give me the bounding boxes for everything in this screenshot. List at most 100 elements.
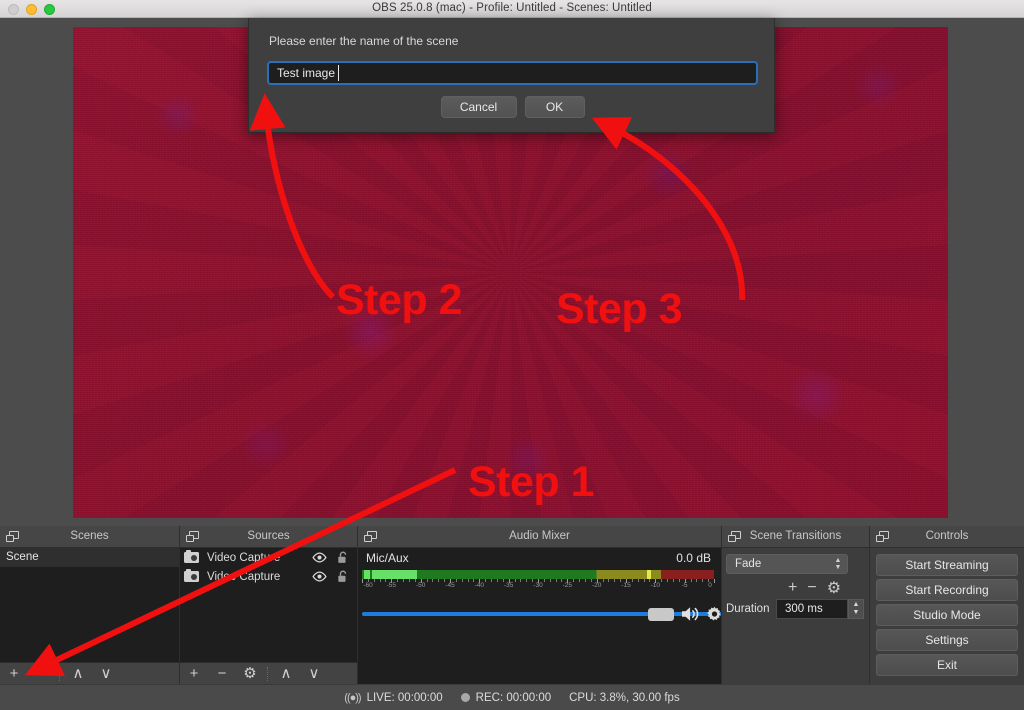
eye-icon[interactable] [312, 571, 327, 582]
scale-tick [461, 579, 463, 582]
remove-scene-button[interactable]: − [28, 664, 56, 684]
scale-label: -25 [562, 582, 573, 589]
audio-channel-name: Mic/Aux [366, 551, 409, 565]
ok-button[interactable]: OK [524, 96, 585, 118]
scale-label: -10 [650, 582, 661, 589]
scale-label: -40 [474, 582, 485, 589]
scale-tick [520, 579, 522, 582]
broadcast-icon: ((●)) [344, 691, 361, 704]
move-scene-up-button[interactable]: ∧ [64, 664, 92, 684]
scale-tick [403, 579, 405, 582]
window-title: OBS 25.0.8 (mac) - Profile: Untitled - S… [372, 2, 652, 14]
move-scene-down-button[interactable]: ∨ [92, 664, 120, 684]
start-recording-button[interactable]: Start Recording [876, 579, 1018, 601]
scenes-panel-title: Scenes [70, 530, 109, 542]
transition-properties-button[interactable]: ⚙ [827, 578, 841, 598]
audio-level-value: 0.0 dB [676, 551, 711, 565]
start-streaming-button[interactable]: Start Streaming [876, 554, 1018, 576]
sources-panel-header: Sources [180, 526, 357, 548]
unlock-icon[interactable] [337, 551, 349, 564]
duration-stepper[interactable]: ▲ ▼ [848, 599, 864, 619]
move-source-down-button[interactable]: ∨ [300, 664, 328, 684]
scene-transitions-title: Scene Transitions [749, 530, 842, 542]
audio-mixer-title: Audio Mixer [509, 530, 570, 542]
list-item[interactable]: Video Capture [180, 548, 357, 567]
scale-tick [614, 579, 616, 582]
scenes-list[interactable]: Scene [0, 548, 179, 662]
scene-name-input[interactable] [267, 61, 758, 85]
camera-icon [184, 549, 199, 563]
settings-button[interactable]: Settings [876, 629, 1018, 651]
duration-value: 300 ms [785, 603, 823, 615]
scale-tick [496, 579, 498, 582]
scale-tick [584, 579, 586, 582]
controls-panel-title: Controls [925, 530, 969, 542]
controls-panel: Controls Start Streaming Start Recording… [870, 526, 1024, 684]
scale-tick [602, 579, 604, 582]
dialog-prompt-label: Please enter the name of the scene [269, 34, 459, 48]
scale-tick [608, 579, 610, 582]
chevron-updown-icon: ▲ ▼ [834, 557, 842, 571]
scenes-panel-header: Scenes [0, 526, 179, 548]
list-item[interactable]: Scene [0, 548, 179, 567]
controls-panel-header: Controls [870, 526, 1024, 548]
audio-db-scale: -60 -55 -50 -45 -40 -35 -30 -25 -20 -15 -10 -5 0 [362, 579, 715, 592]
add-scene-button[interactable]: + [0, 664, 28, 684]
cpu-status: CPU: 3.8%, 30.00 fps [569, 692, 680, 704]
add-transition-button[interactable]: + [788, 579, 797, 597]
volume-slider-handle[interactable] [648, 608, 674, 621]
toolbar-separator [59, 666, 61, 681]
scale-label: -20 [591, 582, 602, 589]
cancel-button[interactable]: Cancel [440, 96, 517, 118]
scale-tick [555, 579, 557, 582]
dialog-button-row: Cancel OK [249, 96, 776, 118]
transition-tools: + − ⚙ [788, 578, 841, 598]
source-label: Video Capture [207, 551, 281, 564]
exit-button[interactable]: Exit [876, 654, 1018, 676]
text-caret [338, 65, 339, 81]
scene-name-dialog: Please enter the name of the scene Cance… [248, 18, 775, 133]
window-titlebar: OBS 25.0.8 (mac) - Profile: Untitled - S… [0, 0, 1024, 18]
studio-mode-button[interactable]: Studio Mode [876, 604, 1018, 626]
sources-panel-title: Sources [247, 530, 290, 542]
add-source-button[interactable]: + [180, 664, 208, 684]
source-properties-button[interactable]: ⚙ [236, 664, 264, 684]
list-item[interactable]: Video Capture [180, 567, 357, 586]
transition-select[interactable]: Fade ▲ ▼ [726, 554, 848, 574]
gear-icon[interactable] [706, 606, 721, 623]
toolbar-separator [267, 666, 269, 681]
scale-tick [514, 579, 516, 582]
sources-list[interactable]: Video Capture Video Capture [180, 548, 357, 662]
scenes-toolbar: + − ∧ ∨ [0, 662, 179, 684]
remove-source-button[interactable]: − [208, 664, 236, 684]
scale-tick [714, 579, 715, 583]
meter-magnitude [372, 570, 417, 579]
scale-tick [631, 579, 633, 582]
speaker-icon[interactable] [680, 605, 702, 623]
scale-tick [573, 579, 575, 582]
scale-label: -45 [445, 582, 455, 589]
duration-input[interactable]: 300 ms [776, 599, 848, 619]
scale-tick [408, 579, 410, 582]
scale-tick [491, 579, 493, 582]
scale-label: -35 [503, 582, 514, 589]
meter-peak-hold [647, 570, 651, 579]
scene-transitions-header: Scene Transitions [722, 526, 869, 548]
scale-label: -50 [415, 582, 426, 589]
source-label: Video Capture [207, 570, 281, 583]
scale-label: -5 [681, 582, 688, 589]
audio-level-meter [362, 570, 714, 579]
eye-icon[interactable] [312, 552, 327, 563]
scale-tick [579, 579, 581, 582]
scale-tick [643, 579, 645, 582]
remove-transition-button[interactable]: − [807, 579, 816, 597]
scale-label: -55 [386, 582, 397, 589]
unlock-icon[interactable] [337, 570, 349, 583]
scale-label: -60 [363, 582, 373, 589]
scale-tick [467, 579, 469, 582]
scale-tick [661, 579, 663, 582]
meter-peak-indicator [364, 570, 370, 579]
scale-tick [672, 579, 674, 582]
move-source-up-button[interactable]: ∧ [272, 664, 300, 684]
scale-tick [667, 579, 669, 582]
